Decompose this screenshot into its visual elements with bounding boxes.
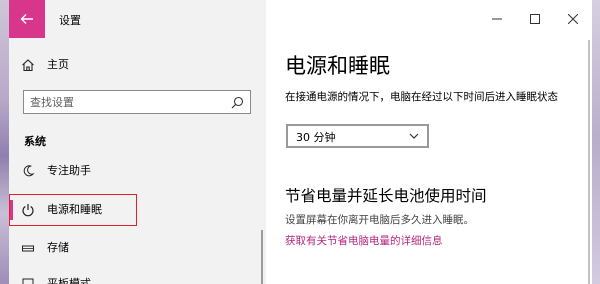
chevron-down-icon: [409, 133, 419, 139]
page-title: 电源和睡眠: [285, 54, 390, 78]
power-icon: [20, 202, 36, 218]
settings-window: 设置 主页 系统 专注助手: [9, 0, 592, 284]
storage-icon: [20, 240, 36, 256]
home-icon: [20, 57, 36, 73]
section-description: 设置屏幕在你离开电脑后多久进入睡眠。: [285, 214, 474, 226]
maximize-icon: [530, 14, 540, 24]
sleep-on-power-label: 在接通电源的情况下，电脑在经过以下时间后进入睡眠状态: [285, 91, 558, 103]
desktop-wallpaper-right: [592, 0, 600, 284]
section-heading: 节省电量并延长电池使用时间: [285, 187, 487, 205]
nav-item-label: 存储: [47, 241, 69, 254]
search-box[interactable]: [23, 90, 251, 114]
nav-item-focus-assist[interactable]: 专注助手: [9, 158, 266, 184]
tablet-icon: [20, 276, 36, 284]
search-icon[interactable]: [231, 96, 244, 109]
minimize-button[interactable]: [478, 0, 516, 38]
power-saving-info-link[interactable]: 获取有关节省电脑电量的详细信息: [285, 233, 443, 248]
nav-item-storage[interactable]: 存储: [9, 235, 266, 261]
title-bar-left: 设置: [9, 0, 266, 38]
nav-scrollbar[interactable]: [261, 230, 263, 284]
content-scrollbar[interactable]: [588, 40, 590, 284]
maximize-button[interactable]: [516, 0, 554, 38]
nav-item-home[interactable]: 主页: [9, 52, 266, 78]
nav-item-power-sleep[interactable]: 电源和睡眠: [9, 197, 266, 223]
close-button[interactable]: [554, 0, 592, 38]
nav-item-tablet-mode[interactable]: 平板模式: [9, 271, 266, 284]
back-button[interactable]: [9, 0, 45, 38]
app-title: 设置: [59, 14, 81, 27]
sleep-timeout-dropdown[interactable]: 30 分钟: [286, 124, 429, 148]
nav-item-home-label: 主页: [47, 58, 69, 71]
window-controls: [478, 0, 592, 38]
dropdown-value: 30 分钟: [296, 131, 336, 144]
nav-item-label: 专注助手: [47, 164, 91, 177]
back-arrow-icon: [20, 14, 33, 24]
moon-icon: [20, 163, 36, 179]
nav-item-label: 平板模式: [47, 277, 91, 284]
close-icon: [568, 14, 578, 24]
nav-pane: 设置 主页 系统 专注助手: [9, 0, 266, 284]
content-pane: 电源和睡眠 在接通电源的情况下，电脑在经过以下时间后进入睡眠状态 30 分钟 节…: [266, 0, 592, 284]
search-input[interactable]: [30, 94, 220, 110]
minimize-icon: [492, 18, 502, 20]
desktop-wallpaper-left: [0, 0, 9, 284]
section-title: 系统: [24, 135, 46, 148]
nav-item-label: 电源和睡眠: [47, 203, 102, 216]
